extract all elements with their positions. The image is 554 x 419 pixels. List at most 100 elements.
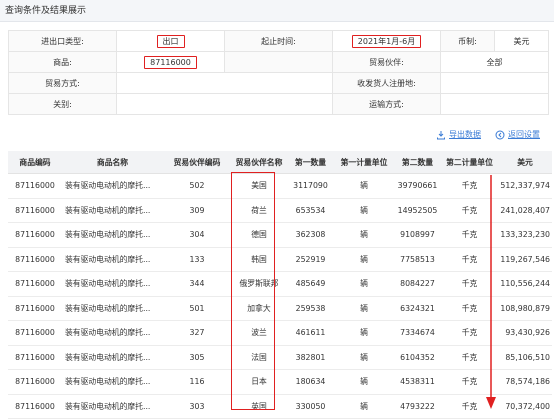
partner-name-cell: 加拿大	[231, 296, 287, 321]
usd-value-cell: 78,574,186	[498, 369, 552, 395]
product-name-cell: 装有驱动电动机的摩托...	[62, 271, 163, 297]
usd-value-cell: 85,106,510	[498, 345, 552, 370]
trade-type-label: 进出口类型:	[8, 30, 117, 52]
column-header[interactable]: 第二数量	[394, 151, 441, 174]
product-name-cell: 装有驱动电动机的摩托...	[62, 369, 163, 395]
product-code-cell: 87116000	[8, 345, 62, 370]
product-code-cell: 87116000	[8, 271, 62, 297]
partner-value: 全部	[440, 51, 549, 73]
product-name-cell: 装有驱动电动机的摩托...	[62, 296, 163, 321]
partner-code-cell: 502	[163, 173, 231, 199]
first-quantity-cell: 252919	[287, 247, 334, 272]
partner-label-cell	[224, 51, 333, 73]
second-unit-cell: 千克	[441, 271, 498, 297]
usd-value-cell: 70,372,400	[498, 394, 552, 419]
table-row: 87116000 装有驱动电动机的摩托... 304 德国 362308 辆 9108997…	[8, 222, 552, 248]
section-title-text: 查询条件及结果展示	[5, 6, 87, 16]
trade-mode-value	[116, 72, 333, 94]
trade-type-value-text: 出口	[156, 34, 185, 48]
product-name-cell: 装有驱动电动机的摩托...	[62, 198, 163, 223]
second-quantity-cell: 6104352	[394, 345, 441, 370]
column-header[interactable]: 第一数量	[287, 151, 334, 174]
product-name-cell: 装有驱动电动机的摩托...	[62, 320, 163, 346]
results-table: 商品编码 商品名称 贸易伙伴编码 贸易伙伴名称 第一数量 第一计量单位 第二数量…	[8, 151, 552, 419]
product-code-cell: 87116000	[8, 369, 62, 395]
download-icon	[437, 130, 445, 139]
second-unit-cell: 千克	[441, 198, 498, 223]
partner-code-cell: 133	[163, 247, 231, 272]
first-unit-cell: 辆	[334, 369, 394, 395]
second-quantity-cell: 7758513	[394, 247, 441, 272]
partner-code-cell: 309	[163, 198, 231, 223]
product-name-cell: 装有驱动电动机的摩托...	[62, 345, 163, 370]
column-header[interactable]: 商品编码	[8, 151, 62, 174]
usd-value-cell: 110,556,244	[498, 271, 552, 297]
table-row: 87116000 装有驱动电动机的摩托... 502 美国 3117090 辆 397906…	[8, 173, 552, 199]
usd-value-cell: 119,267,546	[498, 247, 552, 272]
first-quantity-cell: 259538	[287, 296, 334, 321]
partner-name-cell: 德国	[231, 222, 287, 248]
first-unit-cell: 辆	[334, 271, 394, 297]
table-row: 87116000 装有驱动电动机的摩托... 344 俄罗斯联邦 485649 辆 8084…	[8, 271, 552, 297]
second-unit-cell: 千克	[441, 369, 498, 395]
customs-label: 关别:	[8, 93, 117, 115]
partner-code-cell: 501	[163, 296, 231, 321]
second-quantity-cell: 4538311	[394, 369, 441, 395]
column-header[interactable]: 美元	[498, 151, 552, 174]
product-code-cell: 87116000	[8, 198, 62, 223]
result-actions: 导出数据 返回设置	[436, 129, 540, 140]
partner-name-cell: 日本	[231, 369, 287, 395]
trade-type-value: 出口	[116, 30, 225, 52]
product-code-cell: 87116000	[8, 222, 62, 248]
second-quantity-cell: 14952505	[394, 198, 441, 223]
column-header[interactable]: 第一计量单位	[334, 151, 394, 174]
product-label: 商品:	[8, 51, 117, 73]
first-unit-cell: 辆	[334, 247, 394, 272]
first-unit-cell: 辆	[334, 173, 394, 199]
partner-code-cell: 305	[163, 345, 231, 370]
second-quantity-cell: 8084227	[394, 271, 441, 297]
table-row: 87116000 装有驱动电动机的摩托... 305 法国 382801 辆 6104352…	[8, 345, 552, 370]
registration-label: 收发货人注册地:	[332, 72, 441, 94]
usd-value-cell: 133,323,230	[498, 222, 552, 248]
results-body: 87116000 装有驱动电动机的摩托... 502 美国 3117090 辆 397906…	[8, 173, 552, 419]
reset-settings-label: 返回设置	[508, 130, 540, 139]
column-header[interactable]: 贸易伙伴名称	[231, 151, 287, 174]
partner-name-cell: 波兰	[231, 320, 287, 346]
section-title: 查询条件及结果展示	[0, 0, 554, 22]
transport-label: 运输方式:	[332, 93, 441, 115]
column-header[interactable]: 第二计量单位	[441, 151, 498, 174]
first-unit-cell: 辆	[334, 296, 394, 321]
usd-value-cell: 512,337,974	[498, 173, 552, 199]
reset-settings-link[interactable]: 返回设置	[495, 129, 540, 140]
first-quantity-cell: 362308	[287, 222, 334, 248]
product-code-cell: 87116000	[8, 320, 62, 346]
period-label: 起止时间:	[224, 30, 333, 52]
table-row: 87116000 装有驱动电动机的摩托... 303 英国 330050 辆 4793222…	[8, 394, 552, 419]
usd-value-cell: 241,028,407	[498, 198, 552, 223]
first-unit-cell: 辆	[334, 345, 394, 370]
second-unit-cell: 千克	[441, 173, 498, 199]
partner-name-cell: 英国	[231, 394, 287, 419]
second-quantity-cell: 6324321	[394, 296, 441, 321]
product-name-cell: 装有驱动电动机的摩托...	[62, 247, 163, 272]
second-unit-cell: 千克	[441, 222, 498, 248]
query-criteria-table: 进出口类型: 出口 起止时间: 2021年1月-6月 币制: 美元 商品: 87…	[8, 30, 549, 115]
second-unit-cell: 千克	[441, 247, 498, 272]
return-icon	[495, 130, 505, 139]
first-quantity-cell: 653534	[287, 198, 334, 223]
export-data-link[interactable]: 导出数据	[436, 129, 481, 140]
table-row: 87116000 装有驱动电动机的摩托... 133 韩国 252919 辆 7758513…	[8, 247, 552, 272]
partner-code-cell: 344	[163, 271, 231, 297]
first-quantity-cell: 461611	[287, 320, 334, 346]
first-quantity-cell: 3117090	[287, 173, 334, 199]
partner-name-cell: 韩国	[231, 247, 287, 272]
first-unit-cell: 辆	[334, 320, 394, 346]
partner-name-cell: 俄罗斯联邦	[231, 271, 287, 297]
results-header-row: 商品编码 商品名称 贸易伙伴编码 贸易伙伴名称 第一数量 第一计量单位 第二数量…	[8, 151, 552, 174]
column-header[interactable]: 商品名称	[62, 151, 163, 174]
transport-value	[440, 93, 549, 115]
second-quantity-cell: 7334674	[394, 320, 441, 346]
column-header[interactable]: 贸易伙伴编码	[163, 151, 231, 174]
registration-value	[440, 72, 549, 94]
